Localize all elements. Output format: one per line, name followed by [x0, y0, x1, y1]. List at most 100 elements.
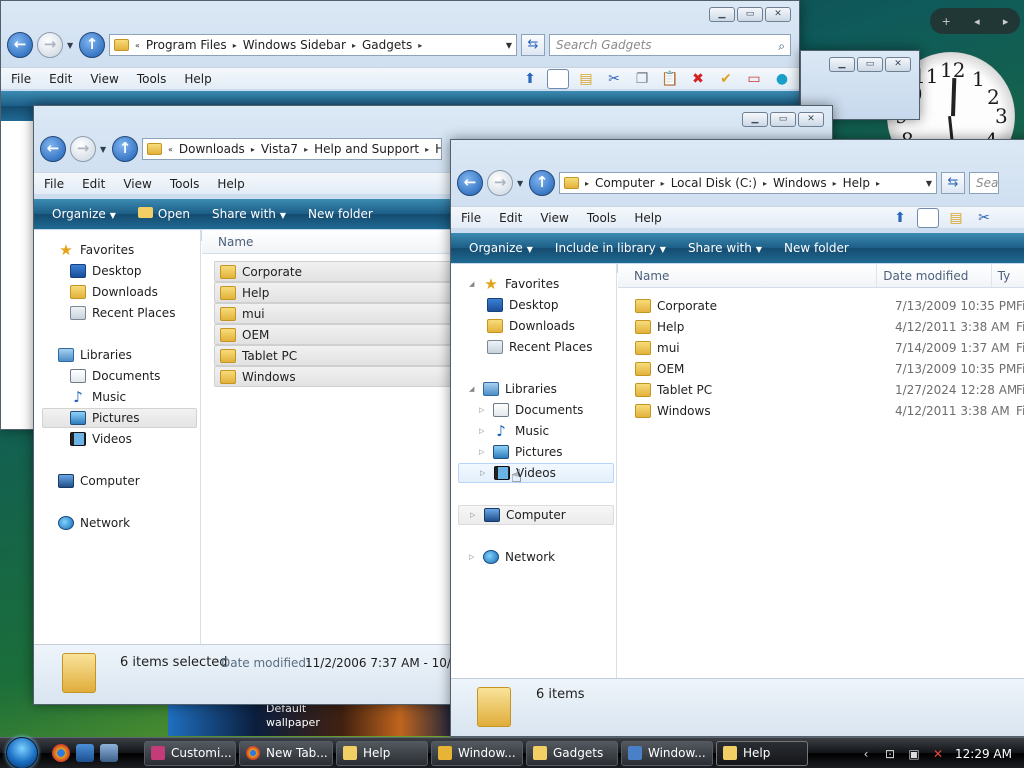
new-folder-button[interactable]: New folder [308, 207, 373, 221]
expand-icon[interactable]: ▷ [479, 406, 487, 414]
taskbar-button[interactable]: Gadgets [526, 740, 618, 766]
menu-help[interactable]: Help [634, 211, 661, 225]
menu-edit[interactable]: Edit [82, 177, 105, 191]
chrome-icon[interactable] [52, 744, 70, 762]
nav-videos[interactable]: Videos [34, 429, 200, 449]
nav-videos[interactable]: ▷ Videos [458, 463, 614, 483]
breadcrumb-item[interactable]: Downloads [179, 142, 245, 156]
history-dropdown-icon[interactable]: ▼ [100, 145, 108, 154]
check-icon[interactable]: ✔ [715, 69, 737, 89]
expand-icon[interactable]: ▷ [479, 448, 487, 456]
new-folder-button[interactable]: New folder [784, 241, 849, 255]
file-row[interactable]: Windows 4/12/2011 3:38 AM Fi [635, 400, 1024, 421]
collapse-icon[interactable]: ◢ [469, 385, 477, 393]
maximize-button[interactable]: ▭ [857, 57, 883, 72]
menu-file[interactable]: File [44, 177, 64, 191]
next-gadget-icon[interactable]: ▸ [1003, 15, 1009, 28]
share-with-button[interactable]: Share with ▼ [212, 207, 286, 221]
menu-view[interactable]: View [123, 177, 151, 191]
preview-pane-icon[interactable] [917, 208, 939, 228]
address-bar[interactable]: « Downloads ▸ Vista7 ▸ Help and Support … [142, 138, 442, 160]
breadcrumb-item[interactable]: Help and Support [314, 142, 419, 156]
file-row[interactable]: Corporate 7/13/2009 10:35 PM Fi [635, 295, 1024, 316]
back-button[interactable]: ← [457, 170, 483, 196]
nav-documents[interactable]: Documents [34, 366, 200, 386]
file-row[interactable]: Windows [214, 366, 454, 387]
nav-network[interactable]: ▷ Network [451, 547, 616, 567]
cut-icon[interactable]: ✂ [973, 208, 995, 228]
include-in-library-button[interactable]: Include in library ▼ [555, 241, 666, 255]
breadcrumb-item[interactable]: Vista7 [261, 142, 298, 156]
up-icon[interactable]: ⬆ [519, 69, 541, 89]
nav-libraries[interactable]: ◢ Libraries [451, 379, 616, 399]
menu-help[interactable]: Help [184, 72, 211, 86]
preview-pane-icon[interactable] [547, 69, 569, 89]
organize-button[interactable]: Organize ▼ [52, 207, 116, 221]
breadcrumb-item[interactable]: Windows Sidebar [243, 38, 346, 52]
file-row[interactable]: Help 4/12/2011 3:38 AM Fi [635, 316, 1024, 337]
up-icon[interactable]: ⬆ [889, 208, 911, 228]
cut-icon[interactable]: ✂ [603, 69, 625, 89]
breadcrumb-item[interactable]: He [435, 142, 441, 156]
address-dropdown-icon[interactable]: ▼ [506, 41, 512, 50]
nav-music[interactable]: ♪ Music [34, 387, 200, 407]
switch-windows-icon[interactable] [100, 744, 118, 762]
show-hidden-icons-icon[interactable]: ‹ [859, 747, 873, 761]
history-dropdown-icon[interactable]: ▼ [67, 41, 75, 50]
menu-help[interactable]: Help [217, 177, 244, 191]
address-bar[interactable]: « Program Files ▸ Windows Sidebar ▸ Gadg… [109, 34, 517, 56]
breadcrumb-item[interactable]: Help [843, 176, 870, 190]
back-button[interactable]: ← [40, 136, 66, 162]
address-dropdown-icon[interactable]: ▼ [926, 179, 932, 188]
address-bar[interactable]: ▸ Computer ▸ Local Disk (C:) ▸ Windows ▸… [559, 172, 937, 194]
taskbar-button[interactable]: Customi... [144, 740, 236, 766]
breadcrumb-item[interactable]: Computer [595, 176, 655, 190]
display-icon[interactable]: ▣ [907, 747, 921, 761]
expand-icon[interactable]: ▷ [469, 553, 477, 561]
menu-tools[interactable]: Tools [587, 211, 617, 225]
minimize-button[interactable]: ▁ [742, 112, 768, 127]
menu-edit[interactable]: Edit [49, 72, 72, 86]
nav-libraries[interactable]: Libraries [34, 345, 200, 365]
up-button[interactable]: ↑ [112, 136, 138, 162]
forward-button[interactable]: → [37, 32, 63, 58]
close-button[interactable]: ✕ [765, 7, 791, 22]
globe-icon[interactable]: ● [771, 69, 793, 89]
expand-icon[interactable]: ▷ [479, 427, 487, 435]
menu-file[interactable]: File [461, 211, 481, 225]
nav-network[interactable]: Network [34, 513, 200, 533]
maximize-button[interactable]: ▭ [770, 112, 796, 127]
folder-options-icon[interactable]: ▤ [575, 69, 597, 89]
nav-recent-places[interactable]: Recent Places [451, 337, 616, 357]
folder-options-icon[interactable]: ▤ [945, 208, 967, 228]
file-row[interactable]: mui 7/14/2009 1:37 AM Fi [635, 337, 1024, 358]
nav-desktop[interactable]: Desktop [451, 295, 616, 315]
search-input[interactable]: Search Gadgets ⌕ [549, 34, 791, 56]
nav-documents[interactable]: ▷ Documents [451, 400, 616, 420]
forward-button[interactable]: → [487, 170, 513, 196]
taskbar-button[interactable]: Window... [431, 740, 523, 766]
column-name[interactable]: Name [618, 264, 878, 287]
up-button[interactable]: ↑ [529, 170, 555, 196]
file-row[interactable]: Help [214, 282, 454, 303]
menu-tools[interactable]: Tools [170, 177, 200, 191]
minimize-button[interactable]: ▁ [709, 7, 735, 22]
refresh-button[interactable]: ⇆ [521, 34, 545, 56]
taskbar-button[interactable]: Window... [621, 740, 713, 766]
nav-pictures[interactable]: Pictures [42, 408, 197, 428]
delete-icon[interactable]: ✖ [687, 69, 709, 89]
file-row[interactable]: OEM [214, 324, 454, 345]
nav-favorites[interactable]: ★ Favorites [34, 240, 200, 260]
breadcrumb-item[interactable]: Gadgets [362, 38, 412, 52]
file-row[interactable]: OEM 7/13/2009 10:35 PM Fi [635, 358, 1024, 379]
expand-icon[interactable]: ▷ [480, 469, 488, 477]
prev-gadget-icon[interactable]: ◂ [974, 15, 980, 28]
history-dropdown-icon[interactable]: ▼ [517, 179, 525, 188]
refresh-button[interactable]: ⇆ [941, 172, 965, 194]
file-row[interactable]: Corporate [214, 261, 454, 282]
nav-favorites[interactable]: ◢ ★ Favorites [451, 274, 616, 294]
column-type[interactable]: Ty [992, 264, 1024, 287]
organize-button[interactable]: Organize ▼ [469, 241, 533, 255]
maximize-button[interactable]: ▭ [737, 7, 763, 22]
nav-computer[interactable]: Computer [34, 471, 200, 491]
